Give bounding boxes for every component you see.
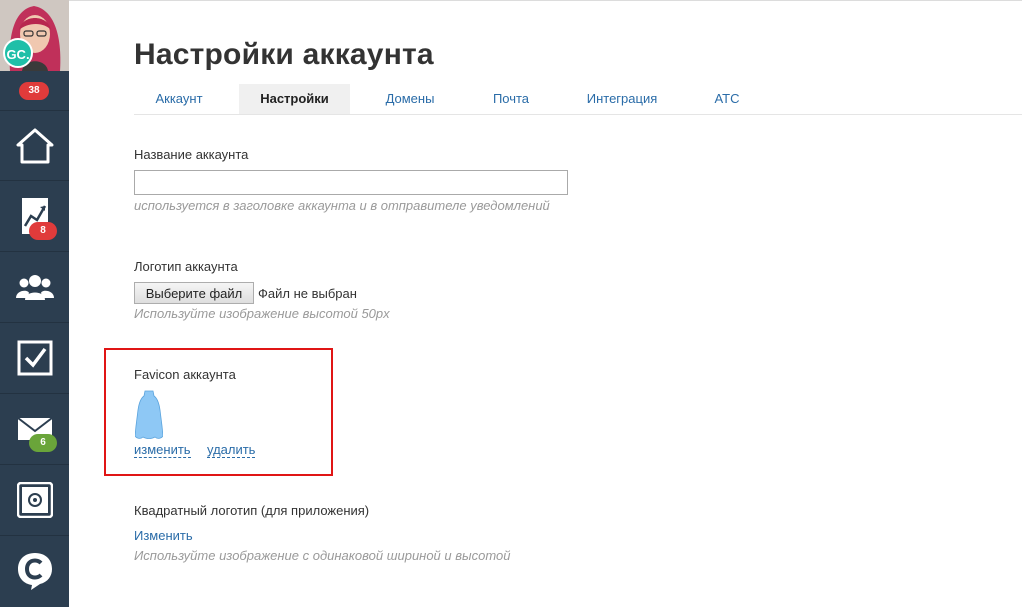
avatar[interactable]: GC. xyxy=(0,0,69,71)
logo-label: Логотип аккаунта xyxy=(134,259,238,274)
tab-account[interactable]: Аккаунт xyxy=(134,84,224,114)
square-logo-label: Квадратный логотип (для приложения) xyxy=(134,503,370,518)
favicon-label: Favicon аккаунта xyxy=(134,367,236,382)
logo-hint: Используйте изображение высотой 50px xyxy=(134,306,390,321)
account-name-hint: используется в заголовке аккаунта и в от… xyxy=(134,198,550,213)
choose-file-button[interactable]: Выберите файл xyxy=(134,282,254,304)
favicon-change-link[interactable]: изменить xyxy=(134,442,191,458)
users-icon xyxy=(15,274,54,300)
sidebar-item-contacts[interactable] xyxy=(0,251,69,321)
account-name-label: Название аккаунта xyxy=(134,147,249,162)
sidebar-item-safe[interactable] xyxy=(0,464,69,534)
home-icon xyxy=(16,128,53,163)
square-logo-hint: Используйте изображение с одинаковой шир… xyxy=(134,548,511,563)
notifications-badge[interactable]: 38 xyxy=(19,82,49,100)
tab-integration[interactable]: Интеграция xyxy=(577,84,667,114)
favicon-preview xyxy=(135,390,163,439)
sidebar-item-tasks[interactable] xyxy=(0,322,69,392)
square-logo-change-link[interactable]: Изменить xyxy=(134,528,193,543)
analytics-badge: 8 xyxy=(29,222,57,240)
sidebar-item-home[interactable] xyxy=(0,110,69,180)
account-name-input[interactable] xyxy=(134,170,568,195)
sidebar: GC. 38 8 6 xyxy=(0,0,69,607)
safe-icon xyxy=(16,481,53,518)
tab-domains[interactable]: Домены xyxy=(372,84,448,114)
mail-badge: 6 xyxy=(29,434,57,452)
logo-c-icon xyxy=(17,552,52,590)
file-status: Файл не выбран xyxy=(258,286,357,301)
page-title: Настройки аккаунта xyxy=(134,38,434,71)
tab-settings[interactable]: Настройки xyxy=(239,84,350,114)
tab-pbx[interactable]: АТС xyxy=(702,84,752,114)
avatar-initials: GC. xyxy=(3,38,33,68)
sidebar-item-brand[interactable] xyxy=(0,535,69,605)
favicon-delete-link[interactable]: удалить xyxy=(207,442,256,458)
checkbox-icon xyxy=(17,340,52,375)
top-divider xyxy=(69,0,1022,1)
settings-tabs: Аккаунт Настройки Домены Почта Интеграци… xyxy=(134,84,1022,115)
tab-mail[interactable]: Почта xyxy=(478,84,544,114)
sidebar-item-mail[interactable]: 6 xyxy=(0,393,69,463)
sidebar-item-analytics[interactable]: 8 xyxy=(0,180,69,250)
